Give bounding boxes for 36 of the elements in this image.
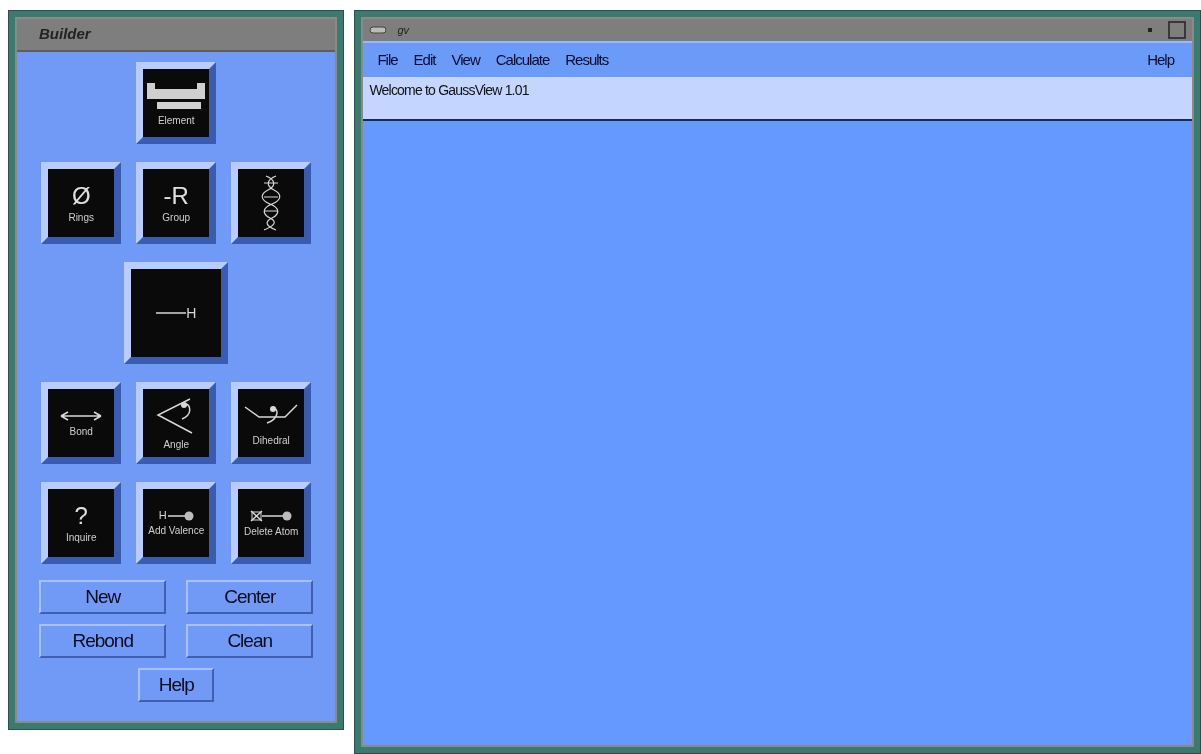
- crossed-atom-icon: [250, 509, 293, 522]
- tool-button[interactable]: Bond: [41, 382, 122, 464]
- symbol-label: H: [158, 510, 167, 521]
- tool-button[interactable]: H: [124, 262, 229, 364]
- menu-item[interactable]: Calculate: [495, 48, 550, 72]
- maximize-icon: [1168, 21, 1186, 39]
- action-button[interactable]: New: [39, 580, 167, 614]
- menu-item[interactable]: Help: [1147, 48, 1178, 72]
- symbol-label: ?: [74, 503, 88, 528]
- symbol-label: H: [186, 306, 197, 320]
- bond-ball-icon: [167, 510, 194, 521]
- window-title: Builder: [39, 24, 91, 45]
- symbol-label: Ø: [71, 183, 91, 208]
- tool-button[interactable]: [231, 162, 312, 244]
- tool-button[interactable]: -R Group: [136, 162, 217, 244]
- action-button[interactable]: Clean: [186, 624, 314, 658]
- bond-line-icon: [156, 311, 187, 315]
- tool-button[interactable]: Element: [136, 62, 217, 144]
- status-message: Welcome to GaussView 1.01: [369, 82, 529, 98]
- action-button[interactable]: Help: [138, 668, 215, 702]
- tool-button[interactable]: Delete Atom: [231, 482, 312, 564]
- window-menu-icon: [369, 26, 388, 34]
- tool-button[interactable]: Angle: [136, 382, 217, 464]
- menu-item[interactable]: View: [451, 48, 480, 72]
- action-button[interactable]: Center: [186, 580, 314, 614]
- tool-button[interactable]: Dihedral: [231, 382, 312, 464]
- menu-item[interactable]: File: [377, 48, 398, 72]
- tool-button[interactable]: H Add Valence: [136, 482, 217, 564]
- periodic-table-icon: [145, 80, 208, 111]
- action-button[interactable]: Rebond: [39, 624, 167, 658]
- symbol-label: -R: [163, 183, 189, 208]
- menu-item[interactable]: Edit: [413, 48, 436, 72]
- tool-button[interactable]: Ø Rings: [41, 162, 122, 244]
- window-title: gv: [397, 22, 410, 38]
- tool-button[interactable]: ? Inquire: [41, 482, 122, 564]
- menu-item[interactable]: Results: [565, 48, 609, 72]
